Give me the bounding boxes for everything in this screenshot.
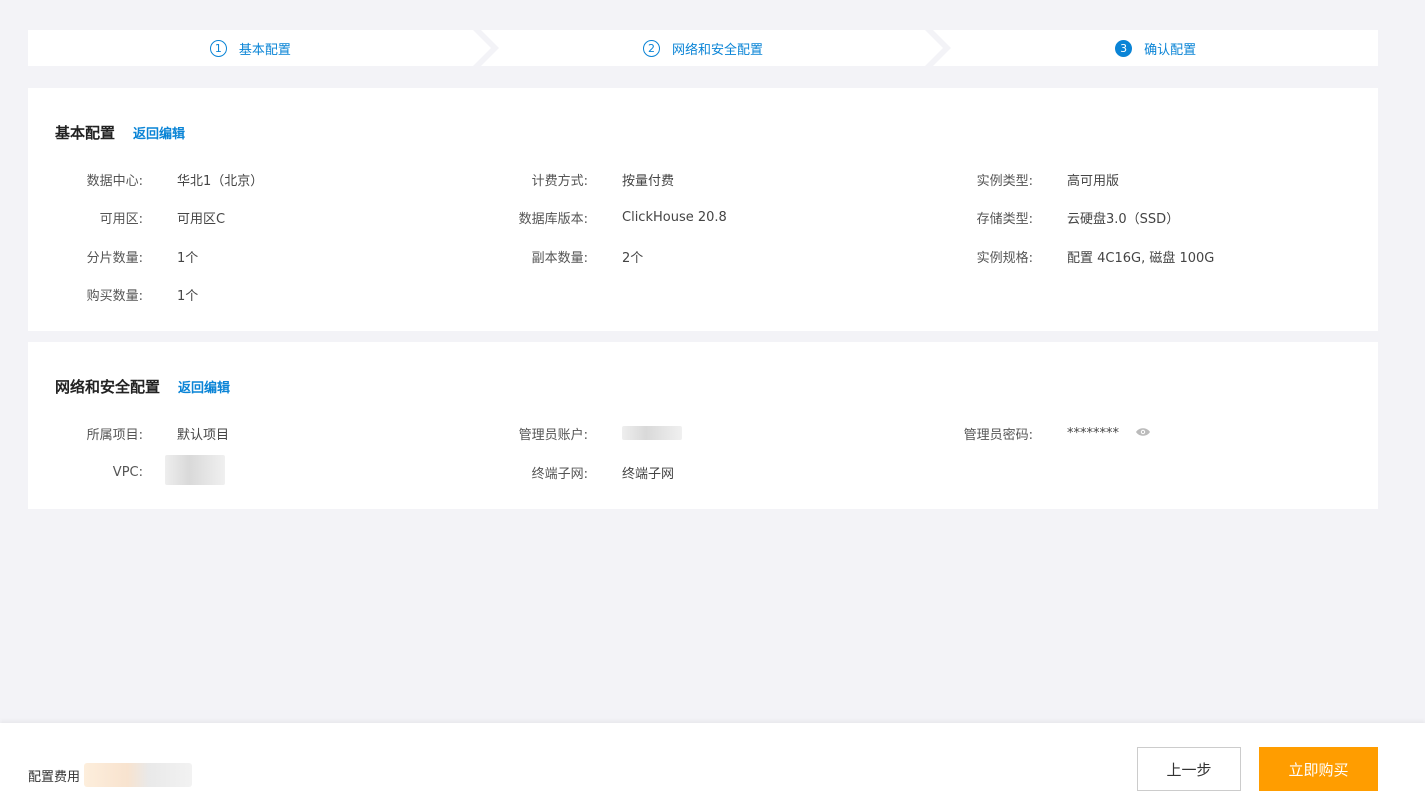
step-number-3: 3: [1115, 39, 1133, 57]
step-number-1: 1: [209, 39, 227, 57]
field-value-redacted: [165, 455, 225, 489]
step-label: 确认配置: [1144, 42, 1197, 58]
field-label: VPC:: [112, 464, 143, 480]
field-purchase-count: 购买数量: 1个: [28, 284, 199, 304]
field-value: 2个: [622, 250, 644, 266]
field-value: 默认项目: [177, 427, 230, 443]
field-value: 可用区C: [177, 211, 226, 227]
field-label: 购买数量:: [86, 288, 143, 304]
field-label: 可用区:: [99, 211, 143, 227]
panel-header: 网络和安全配置 返回编辑: [55, 376, 230, 397]
field-value-redacted: [622, 422, 682, 444]
field-value: 高可用版: [1067, 173, 1120, 189]
field-label: 数据中心:: [86, 173, 143, 189]
step-number-2: 2: [643, 39, 660, 57]
field-spec: 实例规格: 配置 4C16G, 磁盘 100G: [918, 246, 1215, 266]
fee-label: 配置费用: [28, 769, 81, 785]
field-vpc: VPC:: [28, 455, 225, 485]
field-label: 计费方式:: [531, 173, 588, 189]
field-label: 实例类型:: [976, 173, 1033, 189]
field-shards: 分片数量: 1个: [28, 246, 199, 266]
field-value: 华北1（北京）: [177, 173, 264, 189]
fee-value-redacted: [84, 763, 193, 787]
field-value: 终端子网: [622, 466, 675, 482]
step-label: 基本配置: [238, 42, 291, 58]
field-project: 所属项目: 默认项目: [28, 423, 229, 443]
buy-now-button[interactable]: 立即购买: [1259, 747, 1378, 791]
step-network-config[interactable]: 2 网络和安全配置: [480, 30, 944, 66]
field-value: 1个: [177, 250, 199, 266]
field-zone: 可用区: 可用区C: [28, 207, 225, 227]
fee-summary: 配置费用: [28, 763, 193, 787]
field-value: ********: [1067, 425, 1119, 441]
field-db-version: 数据库版本: ClickHouse 20.8: [473, 207, 727, 227]
step-arrow: [925, 30, 944, 66]
panel-title: 基本配置: [55, 124, 116, 142]
step-basic-config[interactable]: 1 基本配置: [28, 30, 491, 66]
field-value: 1个: [177, 288, 199, 304]
field-label: 管理员账户:: [518, 427, 588, 443]
field-storage-type: 存储类型: 云硬盘3.0（SSD）: [918, 207, 1180, 227]
field-replicas: 副本数量: 2个: [473, 246, 644, 266]
field-label: 数据库版本:: [518, 211, 588, 227]
password-value-group: ********: [1067, 426, 1151, 441]
field-label: 实例规格:: [976, 250, 1033, 266]
step-arrow: [472, 30, 491, 66]
field-instance-type: 实例类型: 高可用版: [918, 169, 1119, 189]
step-indicator: 1 基本配置 2 网络和安全配置 3 确认配置: [28, 30, 1379, 66]
field-value: ClickHouse 20.8: [622, 209, 727, 225]
basic-config-panel: 基本配置 返回编辑 数据中心: 华北1（北京） 计费方式: 按量付费 实例类型:…: [28, 88, 1378, 331]
field-label: 所属项目:: [86, 427, 143, 443]
field-value: 配置 4C16G, 磁盘 100G: [1067, 250, 1215, 266]
step-label: 网络和安全配置: [672, 42, 764, 58]
field-admin-account: 管理员账户:: [473, 423, 682, 443]
field-label: 存储类型:: [976, 211, 1033, 227]
field-value: 云硬盘3.0（SSD）: [1067, 211, 1180, 227]
step-confirm-config[interactable]: 3 确认配置: [933, 30, 1379, 66]
eye-icon[interactable]: [1135, 426, 1151, 441]
field-billing: 计费方式: 按量付费: [473, 169, 674, 189]
panel-header: 基本配置 返回编辑: [55, 122, 185, 143]
field-value: 按量付费: [622, 173, 675, 189]
field-label: 管理员密码:: [963, 427, 1033, 443]
field-label: 终端子网:: [531, 466, 588, 482]
network-security-panel: 网络和安全配置 返回编辑 所属项目: 默认项目 管理员账户: 管理员密码: **…: [28, 342, 1378, 509]
network-edit-link[interactable]: 返回编辑: [178, 377, 230, 396]
field-datacenter: 数据中心: 华北1（北京）: [28, 169, 264, 189]
field-admin-password: 管理员密码: ********: [918, 423, 1151, 443]
panel-title: 网络和安全配置: [55, 378, 161, 396]
field-label: 副本数量:: [531, 250, 588, 266]
basic-edit-link[interactable]: 返回编辑: [133, 123, 185, 142]
field-label: 分片数量:: [86, 250, 143, 266]
prev-step-button[interactable]: 上一步: [1137, 747, 1241, 791]
field-subnet: 终端子网: 终端子网: [473, 462, 674, 482]
footer-bar: 配置费用 上一步 立即购买: [0, 723, 1425, 806]
